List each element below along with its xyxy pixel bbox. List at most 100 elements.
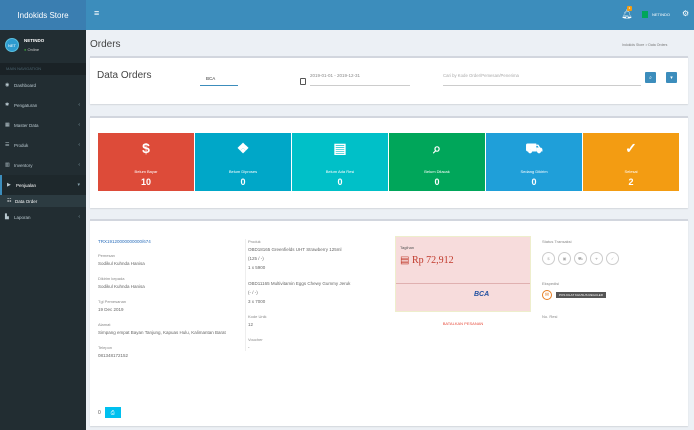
gear-icon[interactable]: ⚙ bbox=[682, 9, 689, 18]
user-avatar[interactable] bbox=[642, 11, 648, 18]
product-name: OBD11165 Multivitamin Eggs Chewy Gummy J… bbox=[248, 281, 351, 286]
orders-box: TRX19120000000000/674 Pemesan Sodikul Ku… bbox=[90, 219, 688, 426]
sidebar-item-produk[interactable]: ☰ Produk ‹ bbox=[0, 135, 86, 155]
search-icon: ⌕ bbox=[433, 140, 441, 156]
tile-label: Belum Ada Resi bbox=[325, 169, 355, 174]
tile-sedang-dikirim[interactable]: ⛟ Sedang Dikirim 0 bbox=[486, 133, 582, 191]
database-icon: ▦ bbox=[5, 122, 10, 128]
tile-label: Belum Diproses bbox=[228, 169, 258, 174]
tile-selesai[interactable]: ✓ Selesai 2 bbox=[583, 133, 679, 191]
sidebar-header: MAIN NAVIGATION bbox=[0, 63, 86, 75]
voucher-value: - bbox=[248, 345, 250, 350]
field-label: Kode Unik bbox=[248, 314, 267, 319]
date-range-input[interactable]: 2019-01-01 - 2019-12-31 bbox=[310, 73, 410, 86]
order-id-link[interactable]: TRX19120000000000/674 bbox=[98, 239, 238, 244]
calendar-icon[interactable] bbox=[300, 78, 306, 85]
tile-belum-bayar[interactable]: $ Belum Bayar 10 bbox=[98, 133, 194, 191]
print-icon: ⎙ bbox=[110, 409, 115, 416]
user-status-text: Online bbox=[27, 47, 40, 52]
tile-belum-dilacak[interactable]: ⌕ Belum Dilacak 0 bbox=[389, 133, 485, 191]
sidebar-item-label: Dashboard bbox=[14, 82, 37, 88]
truck-icon: ⛟ bbox=[525, 140, 543, 156]
chevron-left-icon: ‹ bbox=[78, 102, 80, 108]
sidebar-item-inventory[interactable]: ▥ Inventory ‹ bbox=[0, 155, 86, 175]
user-menu-name[interactable]: NETINDO bbox=[652, 12, 670, 17]
product-variant: (- / -) bbox=[248, 290, 258, 295]
tile-label: Sedang Dikirim bbox=[520, 169, 548, 174]
pos-logo-icon: ✉ bbox=[542, 290, 552, 300]
field-label: Status Transaksi bbox=[542, 239, 572, 244]
sidebar-item-pengaturan[interactable]: ✱ Pengaturan ‹ bbox=[0, 95, 86, 115]
location-icon: ⌖ bbox=[590, 252, 603, 265]
user-status: ● Online bbox=[24, 47, 39, 52]
alamat-value: Simpang empat Bayan Tanjung, Kapuas Hulu… bbox=[98, 330, 226, 335]
search-input[interactable]: Cari by Kode Order/Pemesan/Penerima bbox=[443, 73, 641, 86]
penerima-value: Sodikul Kuhnda Hanisa bbox=[98, 284, 145, 289]
sidebar-item-master-data[interactable]: ▦ Master Data ‹ bbox=[0, 115, 86, 135]
field-label: Tgl Pemesanan bbox=[98, 299, 127, 304]
tagihan-amount: ▤ Rp 72,912 bbox=[400, 255, 454, 266]
sidebar-toggle-icon[interactable]: ≡ bbox=[94, 9, 99, 18]
tile-value: 0 bbox=[337, 177, 343, 187]
chevron-left-icon: ‹ bbox=[78, 142, 80, 148]
order-status-column: Status Transaksi $ ▣ ⛟ ⌖ ✓ Ekspedisi ✉ P… bbox=[542, 239, 682, 319]
sidebar: NET NETINDO ● Online MAIN NAVIGATION ◉ Da… bbox=[0, 30, 86, 430]
list-icon: ☷ bbox=[7, 198, 12, 204]
kode-unik-value: 12 bbox=[248, 322, 254, 327]
cog-icon: ✱ bbox=[5, 102, 10, 108]
check-circle-icon: ✓ bbox=[625, 140, 637, 156]
bank-select[interactable]: BCA bbox=[200, 72, 238, 86]
field-label: Voucher bbox=[248, 337, 263, 342]
sidebar-user-name: NETINDO bbox=[24, 38, 45, 43]
sidebar-item-label: Inventory bbox=[14, 162, 33, 168]
field-label: Telepon bbox=[98, 345, 113, 350]
sidebar-item-label: Pengaturan bbox=[14, 102, 38, 108]
ekspedisi-badge: POS KILAT KHUSUS REGULER bbox=[556, 292, 606, 298]
order-product-column: Produk OBD18165 Greenfields UHT Strawber… bbox=[245, 239, 387, 351]
print-button[interactable]: ⎙ bbox=[104, 407, 121, 418]
search-button[interactable]: ⌕ bbox=[645, 72, 656, 83]
tile-label: Belum Bayar bbox=[134, 169, 158, 174]
cart-icon: ▶ bbox=[7, 182, 11, 188]
field-label: Produk bbox=[248, 239, 261, 244]
chevron-left-icon: ‹ bbox=[78, 214, 80, 220]
page-title: Orders bbox=[90, 39, 121, 50]
field-label: Dikirim kepada bbox=[98, 276, 125, 281]
filter-box: Data Orders BCA 2019-01-01 - 2019-12-31 … bbox=[90, 56, 688, 104]
user-panel: NET NETINDO ● Online bbox=[0, 30, 86, 63]
chart-icon: ▙ bbox=[5, 214, 9, 220]
tile-value: 2 bbox=[628, 177, 634, 187]
cancel-order-link[interactable]: BATALKAN PESANAN bbox=[395, 321, 531, 326]
sidebar-item-penjualan[interactable]: ▶ Penjualan ▾ bbox=[0, 175, 86, 195]
brand-logo[interactable]: Indokids Store bbox=[0, 0, 86, 30]
tagihan-panel: Tagihan ▤ Rp 72,912 BCA bbox=[395, 236, 531, 312]
tile-belum-diproses[interactable]: ❖ Belum Diproses 0 bbox=[195, 133, 291, 191]
search-icon: ⌕ bbox=[649, 74, 652, 81]
sidebar-item-label: Master Data bbox=[14, 122, 39, 128]
tile-belum-ada-resi[interactable]: ▤ Belum Ada Resi 0 bbox=[292, 133, 388, 191]
sidebar-item-laporan[interactable]: ▙ Laporan ‹ bbox=[0, 207, 86, 227]
list-icon: ☰ bbox=[5, 142, 10, 148]
product-name: OBD18165 Greenfields UHT Strawberry 125m… bbox=[248, 247, 342, 252]
truck-icon: ⛟ bbox=[574, 252, 587, 265]
sidebar-item-dashboard[interactable]: ◉ Dashboard bbox=[0, 75, 86, 95]
check-icon: ✓ bbox=[606, 252, 619, 265]
online-dot-icon: ● bbox=[24, 47, 27, 52]
pagination: 0 ⎙ bbox=[98, 407, 121, 418]
filter-button[interactable]: ▾ bbox=[666, 72, 677, 83]
tile-value: 10 bbox=[140, 177, 151, 187]
money-icon: $ bbox=[542, 252, 555, 265]
divider bbox=[396, 283, 530, 284]
filter-title: Data Orders bbox=[97, 70, 152, 81]
breadcrumb[interactable]: Indokids Store > Data Orders bbox=[622, 43, 667, 47]
dashboard-icon: ◉ bbox=[5, 82, 10, 88]
box-icon: ▣ bbox=[558, 252, 571, 265]
avatar: NET bbox=[5, 38, 19, 52]
cube-icon: ▥ bbox=[5, 162, 10, 168]
top-navbar: ≡ 🔔︎ 1 NETINDO ⚙ bbox=[86, 0, 694, 30]
sidebar-item-label: Penjualan bbox=[16, 182, 37, 188]
sidebar-subitem-data-order[interactable]: ☷ Data Order bbox=[0, 195, 86, 207]
app: Indokids Store ≡ 🔔︎ 1 NETINDO ⚙ NET NETI… bbox=[0, 0, 694, 430]
sidebar-item-label: Produk bbox=[14, 142, 29, 148]
field-label: Ekspedisi bbox=[542, 281, 560, 286]
